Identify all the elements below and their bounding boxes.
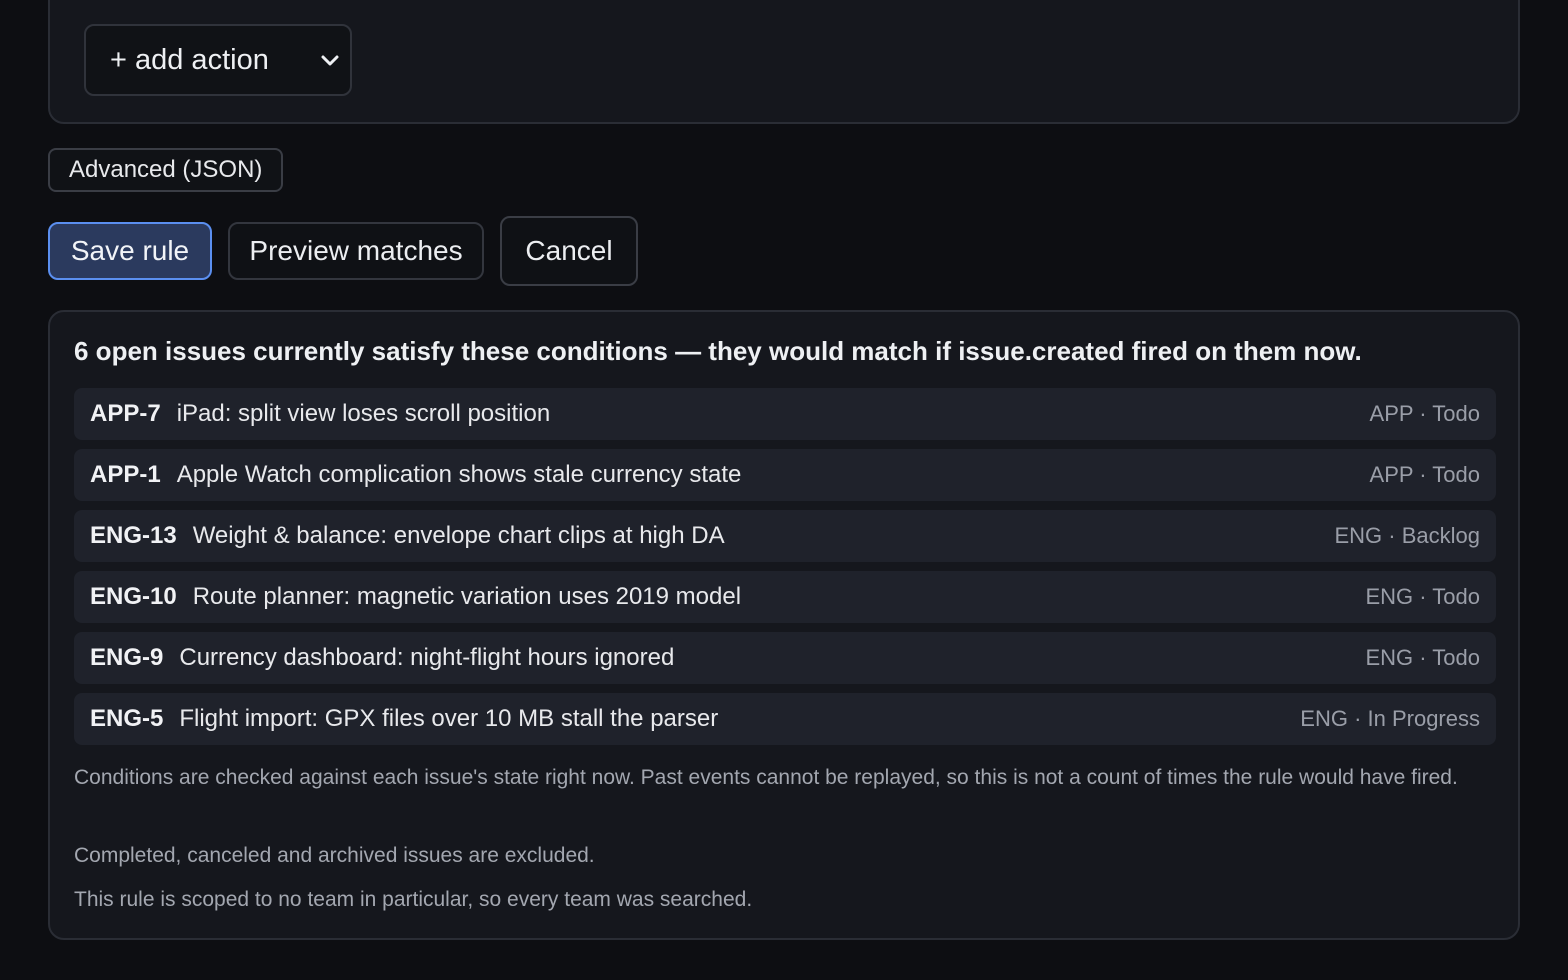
issue-id: APP-7 [90,400,161,427]
issue-title: Currency dashboard: night-flight hours i… [179,644,675,671]
matches-summary: 6 open issues currently satisfy these co… [74,336,1362,366]
note-current-state: Conditions are checked against each issu… [74,766,1458,789]
issue-title: Route planner: magnetic variation uses 2… [192,583,742,610]
cancel-button[interactable]: Cancel [500,216,638,286]
issue-team-status: ENG · Todo [1365,584,1480,609]
issue-title: iPad: split view loses scroll position [176,400,551,427]
note-excluded: Completed, canceled and archived issues … [74,844,595,867]
issue-row[interactable]: ENG-5 Flight import: GPX files over 10 M… [74,693,1496,745]
advanced-json-label: Advanced (JSON) [69,156,263,183]
chevron-down-icon [321,55,339,66]
issue-id: APP-1 [90,461,161,488]
add-action-label: + add action [110,43,269,76]
cancel-label: Cancel [525,235,613,266]
actions-card: + add action [48,0,1520,124]
issue-row[interactable]: APP-7 iPad: split view loses scroll posi… [74,388,1496,440]
issue-team-status: ENG · Backlog [1334,523,1481,548]
issue-row[interactable]: ENG-13 Weight & balance: envelope chart … [74,510,1496,562]
issue-title: Apple Watch complication shows stale cur… [176,461,742,488]
matching-issues-list: APP-7 iPad: split view loses scroll posi… [74,388,1496,754]
issue-id: ENG-13 [90,522,177,549]
add-action-select[interactable]: + add action [84,24,352,96]
issue-id: ENG-10 [90,583,177,610]
issue-team-status: ENG · Todo [1365,645,1480,670]
note-scope: This rule is scoped to no team in partic… [74,888,753,911]
issue-team-status: APP · Todo [1369,401,1480,426]
preview-matches-label: Preview matches [249,235,463,266]
issue-title: Flight import: GPX files over 10 MB stal… [179,705,719,732]
issue-team-status: APP · Todo [1369,462,1480,487]
issue-row[interactable]: APP-1 Apple Watch complication shows sta… [74,449,1496,501]
issue-row[interactable]: ENG-10 Route planner: magnetic variation… [74,571,1496,623]
preview-matches-button[interactable]: Preview matches [228,222,484,280]
save-rule-label: Save rule [70,235,190,266]
issue-id: ENG-5 [90,705,164,732]
advanced-json-button[interactable]: Advanced (JSON) [48,148,284,192]
issue-title: Weight & balance: envelope chart clips a… [192,522,725,549]
preview-results-panel: 6 open issues currently satisfy these co… [48,310,1520,940]
issue-id: ENG-9 [90,644,164,671]
issue-team-status: ENG · In Progress [1300,706,1480,731]
issue-row[interactable]: ENG-9 Currency dashboard: night-flight h… [74,632,1496,684]
save-rule-button[interactable]: Save rule [48,222,212,280]
